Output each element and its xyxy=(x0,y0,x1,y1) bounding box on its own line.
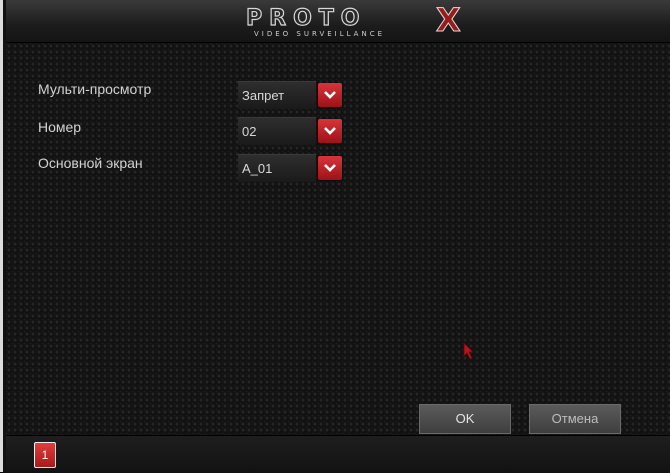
dialog-window: PROTO X VIDEO SURVEILLANCE Мульти-просмо… xyxy=(0,0,670,473)
ok-button[interactable]: OK xyxy=(419,404,511,434)
logo-mark: X xyxy=(436,1,462,40)
chevron-down-icon[interactable] xyxy=(318,119,342,143)
number-label: Номер xyxy=(38,119,82,135)
chevron-down-icon[interactable] xyxy=(318,83,342,107)
status-bar: 1 xyxy=(6,435,670,473)
header-bar: PROTO X VIDEO SURVEILLANCE xyxy=(6,0,670,43)
logo-subtitle: VIDEO SURVEILLANCE xyxy=(254,30,386,38)
multiview-label: Мульти-просмотр xyxy=(38,81,152,97)
multiview-value[interactable]: Запрет xyxy=(238,81,316,109)
main-screen-select[interactable]: A_01 xyxy=(238,154,344,182)
brand-logo: PROTO X VIDEO SURVEILLANCE xyxy=(245,1,486,40)
chevron-down-icon[interactable] xyxy=(318,156,342,180)
main-screen-label: Основной экран xyxy=(38,155,143,171)
mouse-pointer-icon xyxy=(463,342,475,365)
number-value[interactable]: 02 xyxy=(238,117,316,145)
multiview-select[interactable]: Запрет xyxy=(238,81,344,109)
logo-text: PROTO xyxy=(245,5,367,31)
alarm-badge-icon[interactable]: 1 xyxy=(34,442,56,468)
number-select[interactable]: 02 xyxy=(238,117,344,145)
cancel-button[interactable]: Отмена xyxy=(529,404,621,434)
settings-panel: Мульти-просмотр Запрет Номер 02 Основной… xyxy=(6,43,670,435)
main-screen-value[interactable]: A_01 xyxy=(238,154,316,182)
